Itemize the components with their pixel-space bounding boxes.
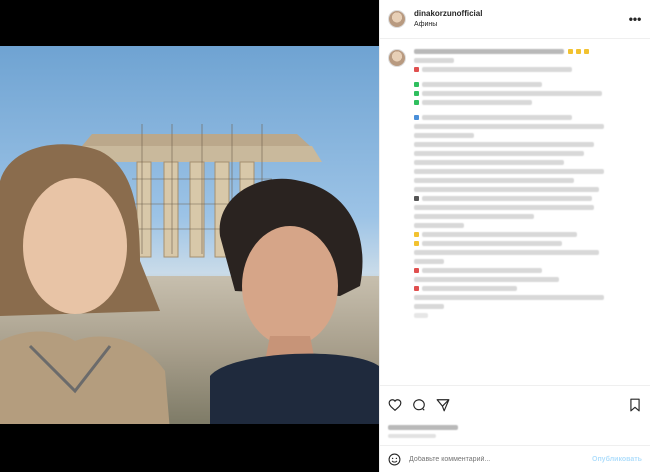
smile-icon[interactable] [388, 453, 401, 466]
header-text: dinakorzunofficial Афины [414, 8, 628, 30]
publish-button[interactable]: Опубликовать [592, 456, 642, 463]
heart-icon[interactable] [388, 398, 402, 412]
share-icon[interactable] [436, 398, 450, 412]
location-link[interactable]: Афины [414, 19, 628, 30]
post-photo[interactable] [0, 46, 379, 424]
post-sidebar: dinakorzunofficial Афины ••• Добавьте ко… [379, 0, 650, 472]
caption-text-blurred [414, 47, 642, 385]
comment-icon[interactable] [412, 398, 426, 412]
comment-input[interactable] [409, 455, 592, 463]
post-header: dinakorzunofficial Афины ••• [380, 0, 650, 39]
caption-area [380, 39, 650, 385]
profile-avatar[interactable] [388, 10, 406, 28]
bookmark-icon[interactable] [628, 398, 642, 412]
caption-avatar[interactable] [388, 49, 406, 67]
username-link[interactable]: dinakorzunofficial [414, 8, 628, 19]
woman-figure [0, 144, 170, 424]
instagram-post: dinakorzunofficial Афины ••• Добавьте ко… [0, 0, 650, 472]
post-actions [380, 385, 650, 423]
likes-blurred [380, 423, 650, 445]
man-figure [210, 178, 379, 424]
more-horizontal-icon[interactable]: ••• [628, 12, 642, 26]
post-media[interactable] [0, 0, 379, 472]
comment-bar: Опубликовать [380, 445, 650, 472]
